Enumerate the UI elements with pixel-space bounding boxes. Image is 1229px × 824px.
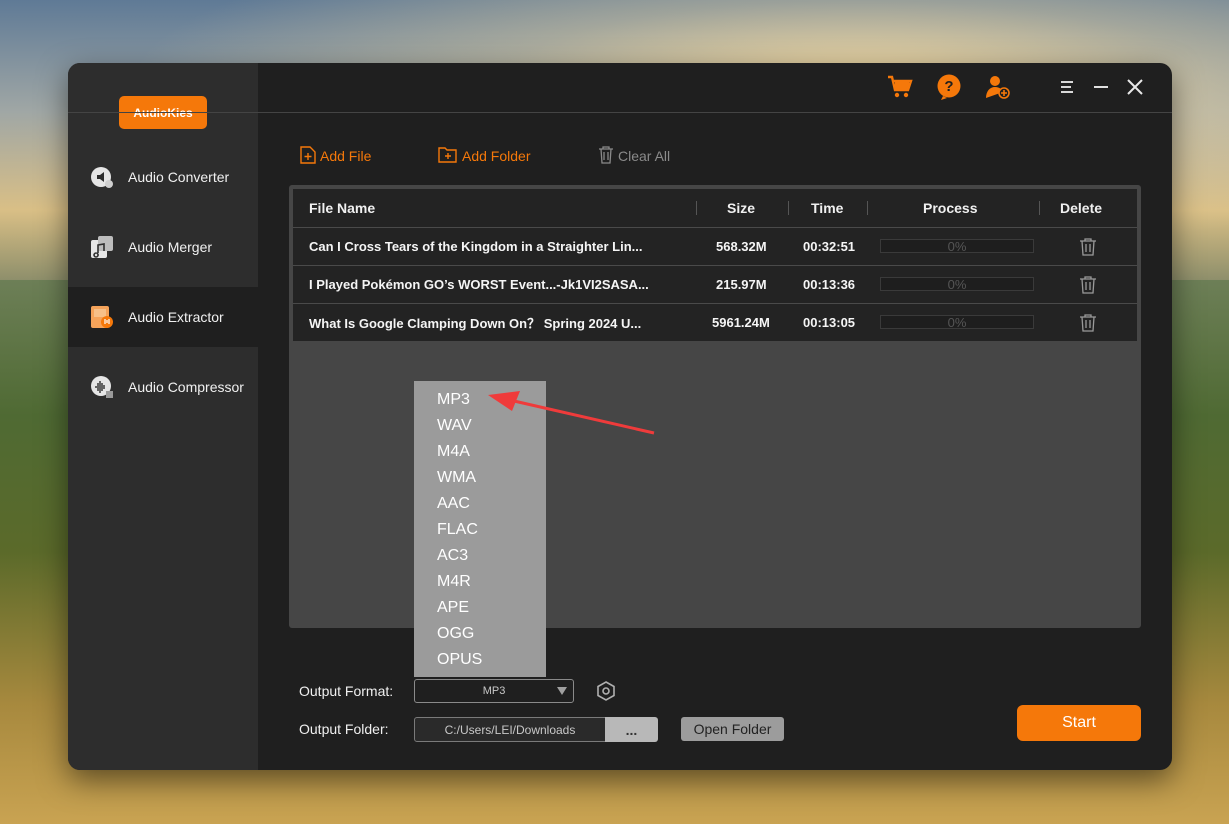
help-icon[interactable]: ?	[936, 74, 962, 100]
file-table: File Name Size Time Process Delete Can I…	[293, 189, 1137, 341]
format-option-ac3[interactable]: AC3	[414, 543, 546, 569]
close-icon[interactable]	[1122, 74, 1148, 100]
output-format-value: MP3	[482, 685, 506, 697]
add-folder-button[interactable]: Add Folder	[438, 145, 530, 167]
sidebar-item-label: Audio Merger	[128, 239, 213, 255]
file-name-cell: What Is Google Clamping Down On？ Spring …	[309, 316, 642, 331]
table-header: File Name Size Time Process Delete	[293, 189, 1137, 227]
sidebar-item-audio-compressor[interactable]: Audio Compressor	[68, 357, 258, 417]
format-option-wma[interactable]: WMA	[414, 465, 546, 491]
delete-row-icon[interactable]	[1079, 276, 1097, 294]
cart-icon[interactable]	[887, 74, 913, 100]
browse-folder-button[interactable]: ...	[605, 717, 658, 742]
output-folder-label: Output Folder:	[299, 721, 389, 737]
size-cell: 215.97M	[716, 277, 767, 292]
audio-extractor-icon	[90, 305, 114, 329]
header-separator	[788, 201, 789, 215]
sidebar-item-label: Audio Extractor	[128, 309, 224, 325]
delete-row-icon[interactable]	[1079, 314, 1097, 332]
time-cell: 00:32:51	[803, 239, 856, 254]
table-row[interactable]: I Played Pokémon GO’s WORST Event...-Jk1…	[293, 265, 1137, 303]
format-option-opus[interactable]: OPUS	[414, 647, 546, 673]
clear-all-button[interactable]: Clear All	[598, 145, 670, 167]
header-process: Process	[923, 200, 978, 216]
user-add-icon[interactable]	[985, 74, 1011, 100]
output-folder-field[interactable]: C:/Users/LEI/Downloads	[414, 717, 606, 742]
format-option-ogg[interactable]: OGG	[414, 621, 546, 647]
add-file-icon	[300, 145, 316, 167]
sidebar-item-label: Audio Converter	[128, 169, 230, 185]
start-button[interactable]: Start	[1017, 705, 1141, 741]
table-row[interactable]: What Is Google Clamping Down On？ Spring …	[293, 303, 1137, 341]
audio-converter-icon	[90, 165, 114, 189]
time-cell: 00:13:36	[803, 277, 856, 292]
menu-icon[interactable]	[1054, 74, 1080, 100]
app-window: AudioKies Audio Converter Audio Merger A…	[68, 63, 1172, 770]
minimize-icon[interactable]	[1088, 74, 1114, 100]
format-option-m4a[interactable]: M4A	[414, 439, 546, 465]
sidebar-item-label: Audio Compressor	[128, 379, 244, 395]
header-size: Size	[727, 200, 756, 216]
sidebar-item-audio-extractor[interactable]: Audio Extractor	[68, 287, 258, 347]
output-format-label: Output Format:	[299, 683, 394, 699]
header-separator	[867, 201, 868, 215]
format-option-flac[interactable]: FLAC	[414, 517, 546, 543]
progress-bar: 0%	[880, 239, 1034, 254]
progress-bar: 0%	[880, 315, 1034, 330]
size-cell: 568.32M	[716, 239, 767, 254]
output-format-select[interactable]: MP3	[414, 679, 574, 703]
audio-merger-icon	[90, 235, 114, 259]
table-row[interactable]: Can I Cross Tears of the Kingdom in a St…	[293, 227, 1137, 265]
sidebar: AudioKies Audio Converter Audio Merger A…	[68, 63, 258, 770]
header-separator	[1039, 201, 1040, 215]
sidebar-item-audio-converter[interactable]: Audio Converter	[68, 147, 258, 207]
svg-text:?: ?	[944, 78, 953, 95]
settings-gear-icon[interactable]	[596, 681, 616, 701]
annotation-arrow	[488, 391, 655, 435]
file-name-cell: Can I Cross Tears of the Kingdom in a St…	[309, 239, 643, 254]
header-time: Time	[811, 200, 844, 216]
header-delete: Delete	[1060, 200, 1103, 216]
progress-bar: 0%	[880, 277, 1034, 292]
time-cell: 00:13:05	[803, 315, 856, 330]
open-folder-button[interactable]: Open Folder	[681, 717, 784, 741]
format-option-ape[interactable]: APE	[414, 595, 546, 621]
format-option-m4r[interactable]: M4R	[414, 569, 546, 595]
add-file-button[interactable]: Add File	[300, 145, 371, 167]
header-file-name: File Name	[309, 200, 376, 216]
add-folder-icon	[438, 146, 458, 167]
sidebar-item-audio-merger[interactable]: Audio Merger	[68, 217, 258, 277]
chevron-down-icon	[557, 687, 567, 695]
audio-compressor-icon	[90, 375, 114, 399]
header-separator	[696, 201, 697, 215]
trash-icon	[598, 145, 614, 167]
delete-row-icon[interactable]	[1079, 238, 1097, 256]
header-divider	[68, 112, 1172, 113]
size-cell: 5961.24M	[712, 315, 770, 330]
format-option-aac[interactable]: AAC	[414, 491, 546, 517]
file-name-cell: I Played Pokémon GO’s WORST Event...-Jk1…	[309, 277, 649, 292]
